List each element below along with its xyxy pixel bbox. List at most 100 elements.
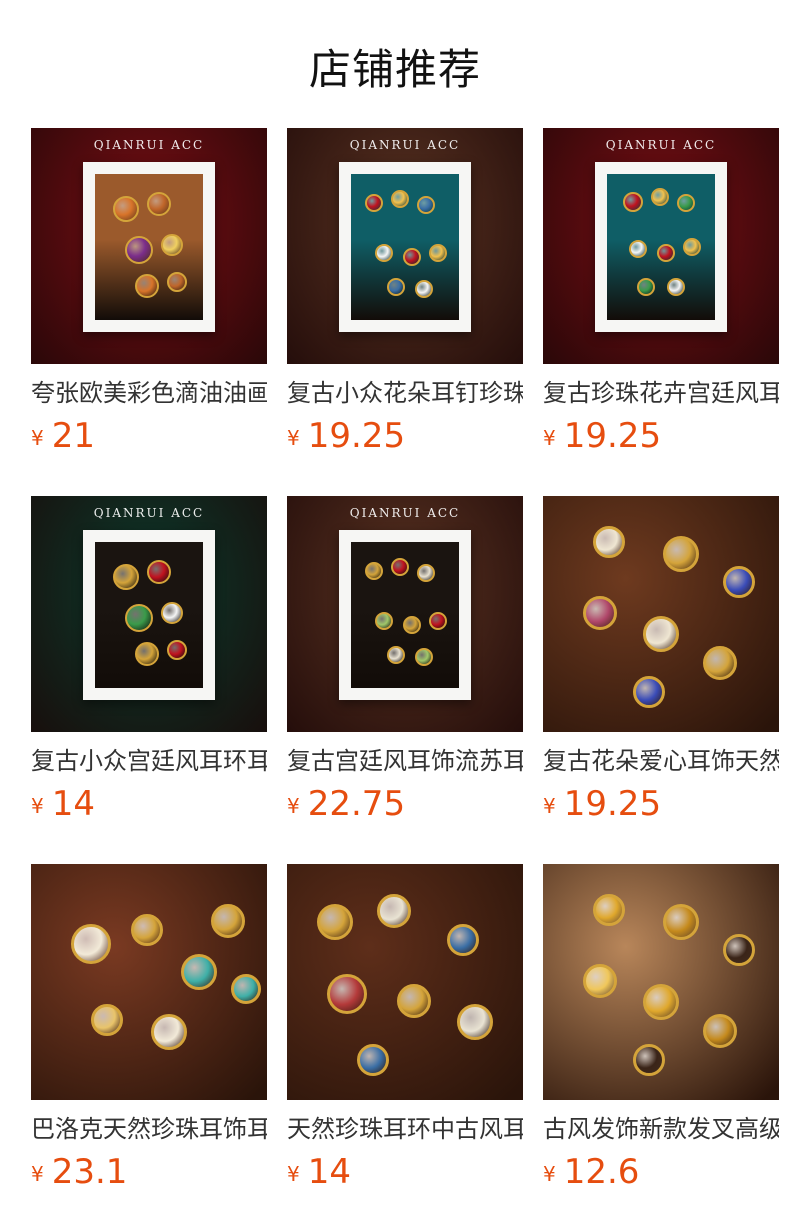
jewelry-piece <box>113 196 139 222</box>
currency-symbol: ¥ <box>287 426 300 450</box>
jewelry-piece <box>327 974 367 1014</box>
jewelry-piece <box>375 612 393 630</box>
framed-photo <box>351 542 459 688</box>
jewelry-piece <box>151 1014 187 1050</box>
product-title[interactable]: 复古花朵爱心耳饰天然 <box>543 744 779 778</box>
jewelry-piece <box>231 974 261 1004</box>
product-image[interactable]: QIANRUI ACC <box>543 128 779 364</box>
jewelry-piece <box>377 894 411 928</box>
price-value: 14 <box>51 784 95 824</box>
jewelry-piece <box>113 564 139 590</box>
product-title[interactable]: 复古小众花朵耳钉珍珠 <box>287 376 523 410</box>
product-card[interactable]: 古风发饰新款发叉高级 ¥12.6 <box>543 864 779 1200</box>
jewelry-piece <box>663 536 699 572</box>
currency-symbol: ¥ <box>287 794 300 818</box>
product-card[interactable]: 巴洛克天然珍珠耳饰耳 ¥23.1 <box>31 864 267 1200</box>
jewelry-piece <box>593 526 625 558</box>
brand-watermark: QIANRUI ACC <box>605 138 717 152</box>
jewelry-piece <box>633 676 665 708</box>
framed-photo <box>95 542 203 688</box>
product-title[interactable]: 夸张欧美彩色滴油油画 <box>31 376 267 410</box>
jewelry-piece <box>593 894 625 926</box>
currency-symbol: ¥ <box>543 794 556 818</box>
price-value: 14 <box>307 1152 351 1192</box>
product-title[interactable]: 复古珍珠花卉宫廷风耳 <box>543 376 779 410</box>
framed-photo <box>607 174 715 320</box>
currency-symbol: ¥ <box>31 794 44 818</box>
jewelry-piece <box>683 238 701 256</box>
jewelry-piece <box>429 244 447 262</box>
product-price: ¥14 <box>31 784 267 824</box>
product-card[interactable]: QIANRUI ACC 夸张欧美彩色滴油油画 ¥21 <box>31 128 267 464</box>
price-value: 19.25 <box>563 416 662 456</box>
jewelry-piece <box>429 612 447 630</box>
jewelry-piece <box>391 190 409 208</box>
product-image[interactable]: QIANRUI ACC <box>31 128 267 364</box>
currency-symbol: ¥ <box>31 1162 44 1186</box>
product-price: ¥23.1 <box>31 1152 267 1192</box>
currency-symbol: ¥ <box>31 426 44 450</box>
jewelry-piece <box>211 904 245 938</box>
product-price: ¥14 <box>287 1152 523 1192</box>
brand-watermark: QIANRUI ACC <box>93 138 205 152</box>
jewelry-piece <box>161 234 183 256</box>
jewelry-piece <box>583 596 617 630</box>
page-title: 店铺推荐 <box>308 45 481 94</box>
picture-frame <box>595 162 727 332</box>
price-value: 23.1 <box>51 1152 128 1192</box>
product-title[interactable]: 复古宫廷风耳饰流苏耳 <box>287 744 523 778</box>
currency-symbol: ¥ <box>543 426 556 450</box>
jewelry-piece <box>637 278 655 296</box>
product-image[interactable] <box>543 496 779 732</box>
jewelry-piece <box>651 188 669 206</box>
jewelry-piece <box>643 984 679 1020</box>
jewelry-piece <box>181 954 217 990</box>
product-card[interactable]: 天然珍珠耳环中古风耳 ¥14 <box>287 864 523 1200</box>
jewelry-piece <box>147 560 171 584</box>
product-price: ¥19.25 <box>287 416 523 456</box>
product-image[interactable]: QIANRUI ACC <box>287 128 523 364</box>
product-price: ¥19.25 <box>543 784 779 824</box>
jewelry-piece <box>417 564 435 582</box>
jewelry-piece <box>135 274 159 298</box>
jewelry-piece <box>417 196 435 214</box>
product-image[interactable]: QIANRUI ACC <box>287 496 523 732</box>
brand-watermark: QIANRUI ACC <box>349 138 461 152</box>
product-image[interactable] <box>543 864 779 1100</box>
product-title[interactable]: 复古小众宫廷风耳环耳 <box>31 744 267 778</box>
jewelry-piece <box>403 616 421 634</box>
product-image[interactable] <box>31 864 267 1100</box>
product-card[interactable]: QIANRUI ACC 复古小众宫廷风耳环耳 ¥14 <box>31 496 267 832</box>
product-title[interactable]: 巴洛克天然珍珠耳饰耳 <box>31 1112 267 1146</box>
jewelry-piece <box>663 904 699 940</box>
jewelry-piece <box>633 1044 665 1076</box>
jewelry-piece <box>643 616 679 652</box>
product-card[interactable]: QIANRUI ACC 复古宫廷风耳饰流苏耳 ¥22.75 <box>287 496 523 832</box>
jewelry-piece <box>375 244 393 262</box>
jewelry-piece <box>667 278 685 296</box>
currency-symbol: ¥ <box>543 1162 556 1186</box>
product-card[interactable]: QIANRUI ACC 复古珍珠花卉宫廷风耳 ¥19.25 <box>543 128 779 464</box>
product-title[interactable]: 天然珍珠耳环中古风耳 <box>287 1112 523 1146</box>
jewelry-piece <box>447 924 479 956</box>
jewelry-piece <box>365 562 383 580</box>
product-image[interactable]: QIANRUI ACC <box>31 496 267 732</box>
currency-symbol: ¥ <box>287 1162 300 1186</box>
product-title[interactable]: 古风发饰新款发叉高级 <box>543 1112 779 1146</box>
picture-frame <box>339 162 471 332</box>
jewelry-piece <box>457 1004 493 1040</box>
jewelry-piece <box>387 278 405 296</box>
jewelry-piece <box>365 194 383 212</box>
price-value: 19.25 <box>307 416 406 456</box>
jewelry-piece <box>125 236 153 264</box>
product-image[interactable] <box>287 864 523 1100</box>
jewelry-piece <box>167 272 187 292</box>
product-grid: QIANRUI ACC 夸张欧美彩色滴油油画 ¥21 QIANRUI ACC 复古小众花… <box>31 128 790 1200</box>
jewelry-piece <box>317 904 353 940</box>
jewelry-piece <box>71 924 111 964</box>
product-card[interactable]: QIANRUI ACC 复古小众花朵耳钉珍珠 ¥19.25 <box>287 128 523 464</box>
jewelry-piece <box>623 192 643 212</box>
picture-frame <box>83 530 215 700</box>
product-card[interactable]: 复古花朵爱心耳饰天然 ¥19.25 <box>543 496 779 832</box>
product-price: ¥19.25 <box>543 416 779 456</box>
